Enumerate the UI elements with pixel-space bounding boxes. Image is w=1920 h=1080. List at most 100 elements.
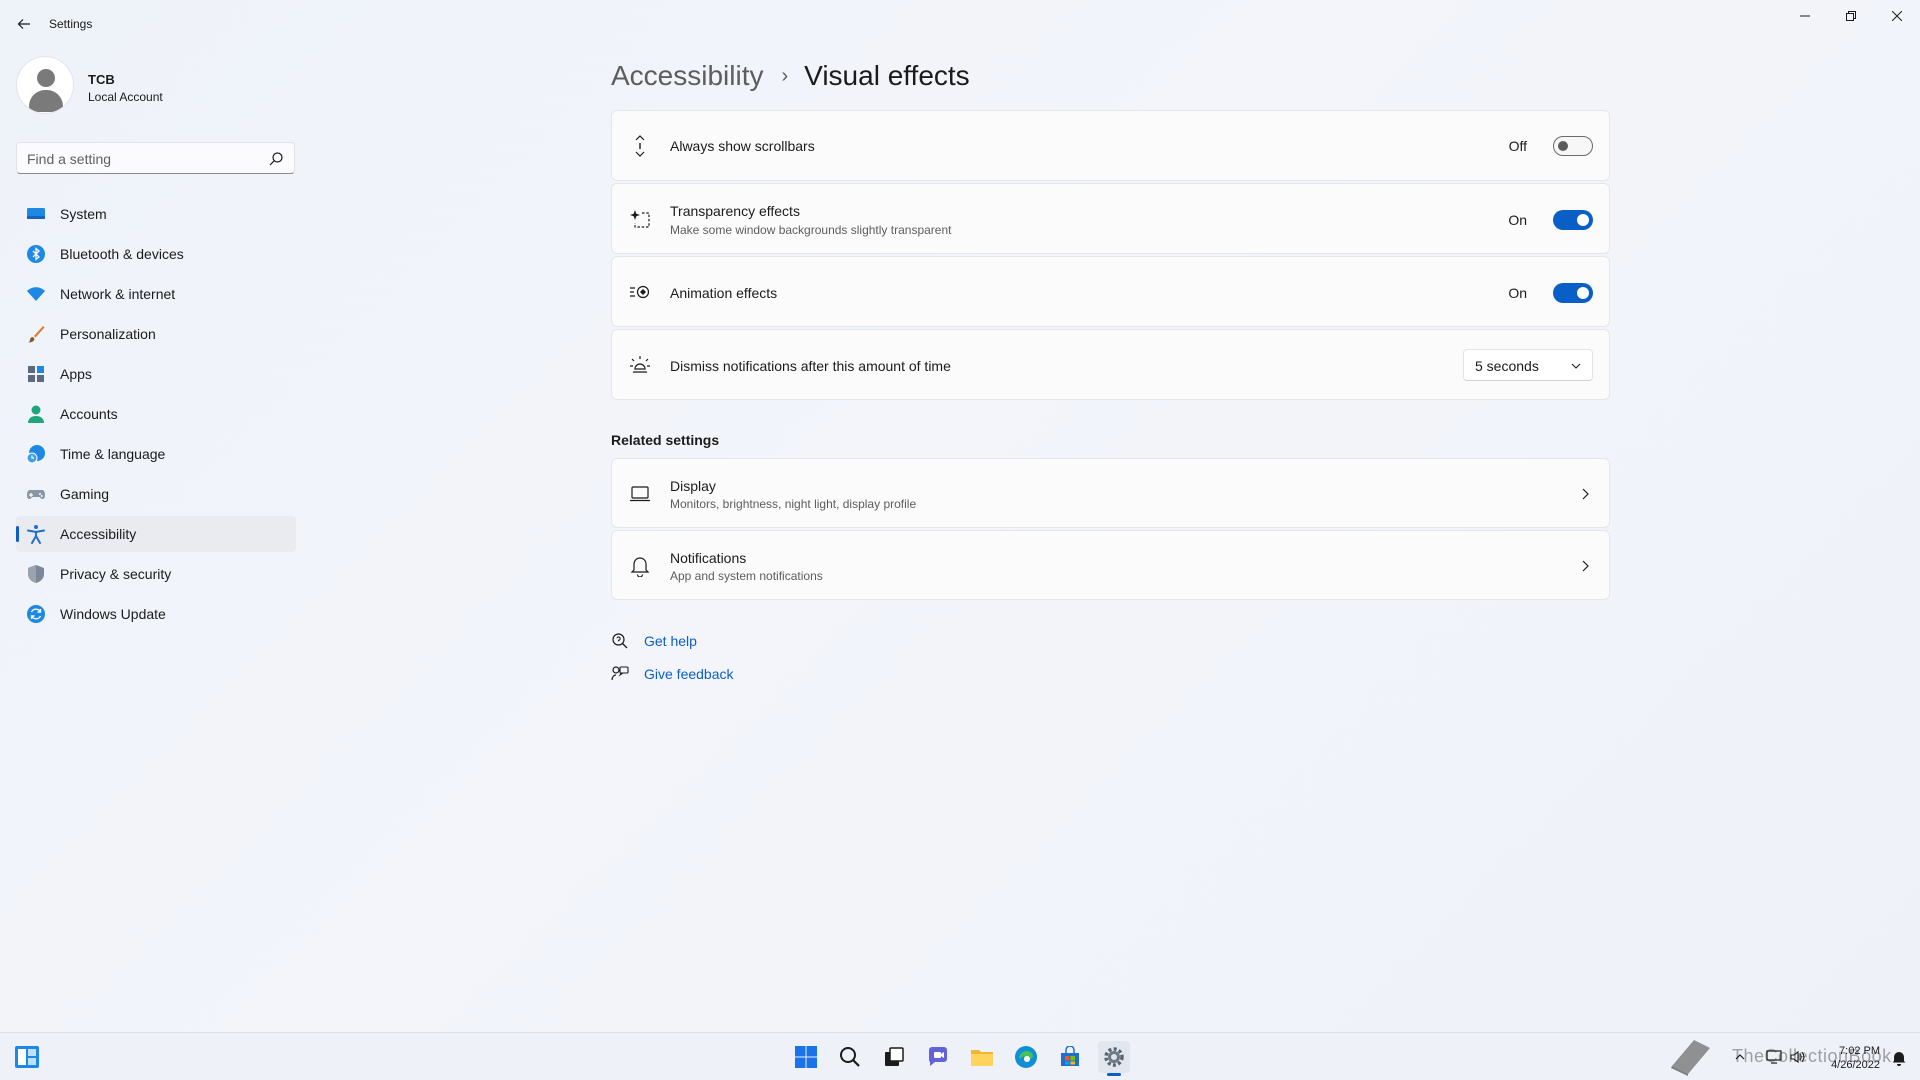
task-view-button[interactable] [878,1041,910,1073]
sidebar-item-label: Network & internet [60,286,176,302]
start-button[interactable] [790,1041,822,1073]
taskbar-clock[interactable]: 7:02 PM 4/26/2022 [1831,1044,1880,1072]
page-title: Visual effects [804,60,970,91]
close-icon [1892,11,1902,21]
setting-transparency: Transparency effects Make some window ba… [611,183,1610,254]
sidebar-item-accessibility[interactable]: Accessibility [16,516,296,552]
accounts-icon [28,405,44,423]
setting-scrollbars: Always show scrollbars Off [611,110,1610,181]
give-feedback-link[interactable]: Give feedback [611,664,734,684]
user-profile[interactable]: TCB Local Account [16,56,296,116]
volume-icon[interactable] [1790,1050,1806,1064]
task-view-icon [885,1047,904,1066]
chat-icon [929,1047,947,1066]
setting-description: Make some window backgrounds slightly tr… [670,223,952,237]
sidebar-item-windows-update[interactable]: Windows Update [16,596,296,632]
sidebar-item-privacy[interactable]: Privacy & security [16,556,296,592]
setting-title: Dismiss notifications after this amount … [670,358,951,374]
sidebar-item-accounts[interactable]: Accounts [16,396,296,432]
notification-timer-icon [628,353,652,377]
setting-title: Always show scrollbars [670,138,815,154]
book-logo-icon [1671,1040,1710,1076]
settings-app-button[interactable] [1098,1041,1130,1076]
setting-title: Animation effects [670,285,778,301]
sidebar-item-network[interactable]: Network & internet [16,276,296,312]
minimize-button[interactable] [1782,0,1828,32]
sidebar-item-label: Accessibility [60,526,137,542]
transparency-toggle[interactable] [1553,210,1593,230]
back-button[interactable] [12,10,36,38]
gear-icon [1104,1047,1124,1067]
sidebar-nav: System Bluetooth & devices Network & int… [16,196,296,636]
sidebar-item-system[interactable]: System [16,196,296,232]
clock-time: 7:02 PM [1839,1045,1880,1057]
restore-icon [1846,11,1856,21]
give-feedback-text[interactable]: Give feedback [644,666,734,682]
edge-browser-icon [1015,1046,1037,1068]
breadcrumb-separator: › [781,64,789,87]
edge-button[interactable] [1010,1041,1042,1073]
wifi-icon [27,287,45,301]
dropdown-value: 5 seconds [1475,358,1539,374]
toggle-state-label: Off [1508,138,1527,154]
get-help-link[interactable]: Get help [611,631,697,651]
minimize-icon [1800,15,1810,17]
app-title: Settings [49,17,93,31]
related-notifications-link[interactable]: Notifications App and system notificatio… [611,530,1610,600]
chevron-right-icon [1582,560,1589,572]
system-tray [1734,1033,1806,1080]
store-icon [1061,1046,1079,1066]
setting-animation: Animation effects On [611,256,1610,327]
setting-dismiss-notifications: Dismiss notifications after this amount … [611,329,1610,400]
sidebar-item-label: System [60,206,107,222]
time-language-icon [26,445,45,464]
sidebar-item-label: Bluetooth & devices [60,246,184,262]
system-icon [27,208,45,219]
sidebar-item-label: Gaming [60,486,110,502]
breadcrumb-parent[interactable]: Accessibility [611,60,763,92]
file-explorer-button[interactable] [966,1041,998,1073]
update-icon [27,605,45,623]
scrollbars-toggle[interactable] [1553,136,1593,156]
get-help-text[interactable]: Get help [644,633,697,649]
network-monitor-icon[interactable] [1766,1050,1782,1064]
bell-icon [628,554,652,578]
toggle-state-label: On [1508,285,1527,301]
sidebar-item-apps[interactable]: Apps [16,356,296,392]
restore-button[interactable] [1828,0,1874,32]
accessibility-icon [27,525,45,544]
sidebar-item-label: Windows Update [60,606,166,622]
brush-icon [28,326,45,343]
apps-icon [28,366,44,382]
related-title: Display [670,478,716,494]
back-arrow-icon [17,19,30,29]
store-button[interactable] [1054,1041,1086,1073]
scrollbar-icon [628,134,652,158]
sidebar-item-label: Time & language [60,446,166,462]
chevron-up-icon[interactable] [1734,1051,1746,1063]
widgets-icon[interactable] [14,1045,40,1069]
sidebar-item-label: Accounts [60,406,118,422]
sidebar-item-bluetooth[interactable]: Bluetooth & devices [16,236,296,272]
feedback-icon [611,666,629,681]
display-icon [628,482,652,506]
animation-toggle[interactable] [1553,283,1593,303]
sidebar-item-personalization[interactable]: Personalization [16,316,296,352]
profile-account-type: Local Account [88,90,163,104]
taskbar-search-button[interactable] [834,1041,866,1073]
title-bar: Settings [0,0,1920,48]
notification-bell-icon[interactable] [1892,1050,1906,1066]
sidebar-item-time-language[interactable]: Time & language [16,436,296,472]
related-display-link[interactable]: Display Monitors, brightness, night ligh… [611,458,1610,528]
search-icon [840,1047,860,1067]
dismiss-time-dropdown[interactable]: 5 seconds [1463,349,1593,381]
sidebar-item-gaming[interactable]: Gaming [16,476,296,512]
related-settings-heading: Related settings [611,432,720,448]
chevron-right-icon [1582,488,1589,500]
help-icon [612,633,628,649]
close-button[interactable] [1874,0,1920,32]
search-icon[interactable] [268,151,284,167]
chat-button[interactable] [922,1041,954,1073]
search-box[interactable] [16,142,295,174]
search-input[interactable] [27,149,257,169]
